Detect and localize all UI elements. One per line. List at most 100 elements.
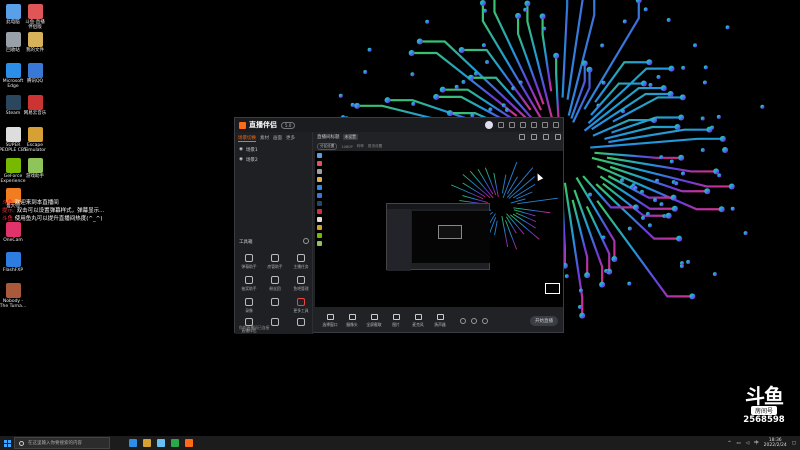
stream-tag[interactable]: 未设置	[342, 134, 358, 140]
circuit-trace	[590, 137, 723, 149]
taskbar-app-monitor[interactable]	[168, 436, 182, 450]
preview-circuit-trace	[510, 198, 526, 204]
system-tray: ^ ▭ ◁ 中 18:36 2022/2/24 ▢	[728, 438, 800, 448]
taskbar-app-steam[interactable]	[154, 436, 168, 450]
tool-button[interactable]: 弹幕助手	[237, 254, 261, 270]
stream-title[interactable]: 直播间标题	[317, 134, 340, 140]
tool-button[interactable]: 更多工具	[289, 298, 313, 314]
app-icon	[27, 158, 43, 173]
camera-button[interactable]: 摄像头	[342, 314, 362, 328]
layout-icon[interactable]	[543, 134, 549, 140]
clock[interactable]: 18:36 2022/2/24	[764, 438, 787, 448]
resolution-label[interactable]: 1080P	[341, 145, 352, 149]
network-icon[interactable]: ▭	[736, 441, 740, 446]
circuit-dot	[710, 125, 715, 130]
start-button[interactable]	[0, 436, 14, 450]
tool-button[interactable]	[289, 318, 313, 328]
live-preview[interactable]	[315, 151, 563, 307]
desktop-icon[interactable]: 网易云音乐	[21, 95, 49, 116]
fullscreen-capture-button[interactable]: 全屏截取	[364, 314, 384, 328]
tool-label: 抽奖助手	[241, 286, 257, 291]
clock-date: 2022/2/24	[763, 443, 787, 448]
notification-icon[interactable]: ▢	[792, 441, 796, 446]
menu-icon[interactable]	[520, 122, 526, 128]
image-icon	[392, 314, 400, 320]
circuit-dot	[627, 281, 632, 286]
desktop-icon[interactable]: 斗鱼·直播 伴侣版	[21, 4, 49, 30]
input-method-icon[interactable]: 中	[754, 440, 759, 446]
image-button[interactable]: 图片	[386, 314, 406, 328]
speaker-button[interactable]: 扬声器	[430, 314, 450, 328]
circuit-node	[515, 12, 522, 19]
gift-icon[interactable]	[519, 134, 525, 140]
circuit-node	[646, 59, 653, 66]
select-window-button[interactable]: 选择窗口	[320, 314, 340, 328]
circuit-dot	[350, 102, 355, 107]
volume-icon[interactable]: ◁	[746, 441, 749, 446]
desktop-icon[interactable]: Nobody - The Turna...	[0, 283, 27, 309]
app-icon	[5, 4, 21, 19]
chevron-up-icon[interactable]: ^	[728, 441, 732, 446]
taskbar-app-game[interactable]	[140, 436, 154, 450]
gear-icon[interactable]	[482, 318, 488, 324]
record-icon[interactable]	[531, 134, 537, 140]
circuit-dot	[659, 202, 664, 207]
stream-header: 直播间标题 未设置	[314, 132, 564, 142]
share-icon[interactable]	[555, 134, 561, 140]
tool-button[interactable]: 录像	[237, 298, 261, 314]
desktop-icon[interactable]: 我的文件	[21, 32, 49, 53]
search-placeholder: 在这里输入你要搜索的内容	[28, 441, 82, 446]
toolbox-toggle-icon[interactable]	[303, 238, 309, 244]
preview-icon	[317, 185, 322, 190]
tool-icon	[245, 254, 253, 262]
tool-icon	[271, 318, 279, 326]
minimize-button[interactable]	[531, 122, 537, 128]
version-badge[interactable]: 5.0	[281, 121, 296, 129]
desktop-icon[interactable]: Escape Simulator	[21, 127, 49, 153]
desktop-icon[interactable]: OneCam	[0, 222, 27, 243]
preview-icon	[317, 241, 322, 246]
message-icon[interactable]	[509, 122, 515, 128]
tab-more[interactable]: 更多	[286, 135, 295, 142]
tool-label: 粉丝团	[269, 286, 281, 291]
circuit-dot	[425, 19, 430, 24]
scene-item[interactable]: ◉ 场景1	[235, 145, 312, 155]
desktop-icon[interactable]: 游戏助手	[21, 158, 49, 179]
circuit-node	[713, 168, 720, 175]
tool-button[interactable]: 鱼吧管理	[289, 276, 313, 292]
taskbar-search[interactable]: 在这里输入你要搜索的内容	[14, 437, 110, 449]
category-pill[interactable]: 分区设置	[317, 143, 338, 150]
tab-material[interactable]: 素材	[260, 135, 269, 142]
record-small-icon[interactable]	[471, 318, 477, 324]
taskbar-app-douyu[interactable]	[182, 436, 196, 450]
tool-button[interactable]	[263, 298, 287, 308]
tab-screen[interactable]: 画面	[273, 135, 282, 142]
tool-button[interactable]: 粉丝团	[263, 276, 287, 292]
scene-item[interactable]: ◉ 场景2	[235, 155, 312, 165]
camera-small-icon[interactable]	[460, 318, 466, 324]
microphone-button[interactable]: 麦克风	[408, 314, 428, 328]
chat-comment: 斗鱼 欢迎来到本直播间	[2, 200, 59, 206]
desktop-icon[interactable]: FlashFXP	[0, 252, 27, 273]
tool-button[interactable]: 抽奖助手	[237, 276, 261, 292]
settings-icon[interactable]	[498, 122, 504, 128]
maximize-button[interactable]	[542, 122, 548, 128]
app-icon	[5, 32, 21, 47]
app-title: 直播伴侣	[249, 121, 277, 129]
bitrate-label[interactable]: 码率	[357, 144, 364, 149]
desktop-icon-label: 斗鱼·直播 伴侣版	[25, 20, 45, 30]
tool-button[interactable]: 主播任务	[289, 254, 313, 270]
circuit-dot	[681, 65, 686, 70]
go-live-button[interactable]: 开始直播	[530, 316, 558, 326]
circuit-node	[676, 235, 683, 242]
desktop-icon[interactable]: 腾讯QQ	[21, 63, 49, 84]
tool-button[interactable]: 房管助手	[263, 254, 287, 270]
preview-circuit-trace	[517, 197, 558, 205]
close-button[interactable]	[553, 122, 559, 128]
tab-scene[interactable]: 场景切换	[238, 135, 256, 142]
avatar[interactable]	[485, 121, 493, 129]
push-settings-label[interactable]: 推流设置	[368, 144, 382, 149]
tool-label: 更多工具	[293, 308, 309, 313]
taskbar-app-edge[interactable]	[126, 436, 140, 450]
circuit-node	[668, 65, 675, 72]
